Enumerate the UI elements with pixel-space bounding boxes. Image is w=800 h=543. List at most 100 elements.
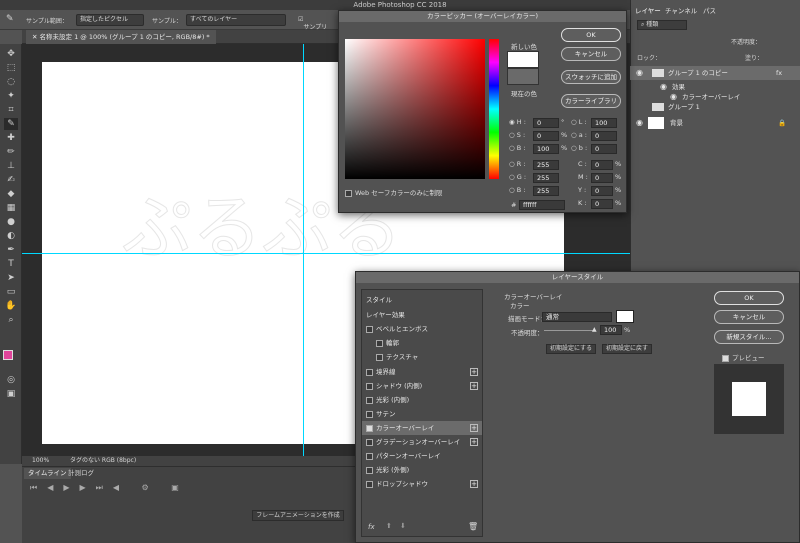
healing-tool-icon[interactable]: ✚ xyxy=(4,132,18,144)
color-field[interactable] xyxy=(345,39,485,179)
set-default-button[interactable]: 初期設定にする xyxy=(546,344,596,354)
eraser-tool-icon[interactable]: ◆ xyxy=(4,188,18,200)
brush-tool-icon[interactable]: ✏ xyxy=(4,146,18,158)
radio-bl[interactable]: ○ B : xyxy=(509,186,525,194)
list-item-blending[interactable]: レイヤー効果 xyxy=(362,308,482,322)
opacity-slider[interactable] xyxy=(544,330,596,331)
eye-icon[interactable]: ◉ xyxy=(636,66,643,80)
horizontal-guide[interactable] xyxy=(22,253,630,254)
h-field[interactable]: 0 xyxy=(533,118,559,128)
list-item-texture[interactable]: テクスチャ xyxy=(362,350,482,364)
radio-b[interactable]: ○ B : xyxy=(509,144,525,152)
ok-button[interactable]: OK xyxy=(714,291,784,305)
add-icon[interactable]: + xyxy=(470,368,478,376)
trash-icon[interactable]: 🗑 xyxy=(468,522,478,531)
reset-default-button[interactable]: 初期設定に戻す xyxy=(602,344,652,354)
sample-dropdown[interactable]: すべてのレイヤー xyxy=(186,14,286,26)
checkbox-box[interactable] xyxy=(366,396,373,404)
hex-field[interactable]: ffffff xyxy=(519,200,565,210)
y-field[interactable]: 0 xyxy=(591,186,613,196)
k-field[interactable]: 0 xyxy=(591,199,613,209)
move-up-icon[interactable]: ⬆ xyxy=(386,522,392,530)
s-field[interactable]: 0 xyxy=(533,131,559,141)
a-field[interactable]: 0 xyxy=(591,131,617,141)
checkbox-checked[interactable] xyxy=(366,424,373,432)
type-tool-icon[interactable]: T xyxy=(4,258,18,270)
move-down-icon[interactable]: ⬇ xyxy=(400,522,406,530)
checkbox-checked[interactable] xyxy=(722,354,729,362)
radio-lab-b[interactable]: ○ b : xyxy=(571,144,587,152)
tab-measurement-log[interactable]: 計測ログ xyxy=(68,468,94,479)
quick-mask-icon[interactable]: ◎ xyxy=(4,374,18,386)
lab-b-field[interactable]: 0 xyxy=(591,144,617,154)
playback-controls[interactable]: ⏮◀▶▶⏭◀ ⚙ ▣ xyxy=(30,483,189,493)
checkbox-box[interactable] xyxy=(376,353,383,361)
list-item-gradient-overlay[interactable]: グラデーションオーバーレイ + xyxy=(362,435,482,449)
gradient-tool-icon[interactable]: ▦ xyxy=(4,202,18,214)
pen-tool-icon[interactable]: ✒ xyxy=(4,244,18,256)
marquee-tool-icon[interactable]: ⬚ xyxy=(4,62,18,74)
ok-button[interactable]: OK xyxy=(561,28,621,42)
eyedropper-tool-icon[interactable]: ✎ xyxy=(4,118,18,130)
list-item-contour[interactable]: 輪郭 xyxy=(362,336,482,350)
web-only-checkbox[interactable]: Web セーフカラーのみに制限 xyxy=(345,187,442,197)
radio-s[interactable]: ○ S : xyxy=(509,131,525,139)
add-icon[interactable]: + xyxy=(470,480,478,488)
tab-channels[interactable]: チャンネル xyxy=(665,5,697,15)
opacity-field[interactable]: 100 xyxy=(600,325,622,335)
list-item-pattern-overlay[interactable]: パターンオーバーレイ xyxy=(362,449,482,463)
checkbox-box[interactable] xyxy=(366,480,373,488)
lasso-tool-icon[interactable]: ◌ xyxy=(4,76,18,88)
list-item-drop-shadow[interactable]: ドロップシャドウ + xyxy=(362,477,482,491)
checkbox-box[interactable] xyxy=(366,325,373,333)
layer-row[interactable]: ◉ 背景 🔒 xyxy=(630,116,800,130)
blur-tool-icon[interactable]: ● xyxy=(4,216,18,228)
overlay-color-swatch[interactable] xyxy=(616,310,634,323)
tab-layers[interactable]: レイヤー xyxy=(635,5,661,15)
new-style-button[interactable]: 新規スタイル... xyxy=(714,330,784,344)
checkbox-box[interactable] xyxy=(366,466,373,474)
document-tab[interactable]: ✕ 名称未設定 1 @ 100% (グループ 1 のコピー, RGB/8#) * xyxy=(26,30,216,44)
vertical-guide[interactable] xyxy=(303,44,304,456)
tab-paths[interactable]: パス xyxy=(703,5,716,15)
list-item-styles[interactable]: スタイル xyxy=(362,293,482,307)
g-field[interactable]: 255 xyxy=(533,173,559,183)
list-item-stroke[interactable]: 境界線 + xyxy=(362,365,482,379)
foreground-color-swatch[interactable] xyxy=(3,350,13,360)
blend-mode-dropdown[interactable]: 通常 xyxy=(542,312,612,322)
dodge-tool-icon[interactable]: ◐ xyxy=(4,230,18,242)
hue-slider[interactable] xyxy=(489,39,499,179)
current-color-swatch[interactable] xyxy=(507,68,539,85)
layer-filter-dropdown[interactable]: ⌕ 種類 xyxy=(637,20,687,30)
sample-size-dropdown[interactable]: 指定したピクセル xyxy=(76,14,144,26)
color-libraries-button[interactable]: カラーライブラリ xyxy=(561,94,621,108)
add-icon[interactable]: + xyxy=(470,382,478,390)
zoom-level[interactable]: 100% xyxy=(32,456,49,466)
m-field[interactable]: 0 xyxy=(591,173,613,183)
path-select-icon[interactable]: ➤ xyxy=(4,272,18,284)
radio-g[interactable]: ○ G : xyxy=(509,173,526,181)
b-field[interactable]: 100 xyxy=(533,144,559,154)
list-item-outer-glow[interactable]: 光彩 (外側) xyxy=(362,463,482,477)
list-item-satin[interactable]: サテン xyxy=(362,407,482,421)
shape-tool-icon[interactable]: ▭ xyxy=(4,286,18,298)
radio-l[interactable]: ○ L : xyxy=(571,118,587,126)
checkbox-box[interactable] xyxy=(376,339,383,347)
preview-checkbox[interactable]: プレビュー xyxy=(722,352,765,362)
magic-wand-icon[interactable]: ✦ xyxy=(4,90,18,102)
add-swatch-button[interactable]: スウォッチに追加 xyxy=(561,70,621,84)
checkbox-box[interactable] xyxy=(366,368,373,376)
fx-icon[interactable]: fx xyxy=(368,523,375,531)
blue-field[interactable]: 255 xyxy=(533,186,559,196)
zoom-tool-icon[interactable]: ⌕ xyxy=(4,314,18,326)
slider-thumb-icon[interactable]: ▲ xyxy=(592,326,597,333)
cancel-button[interactable]: キャンセル xyxy=(561,47,621,61)
sample-ring-checkbox[interactable]: ☑ サンプリ xyxy=(298,16,327,31)
layer-row[interactable]: グループ 1 xyxy=(630,100,800,114)
list-item-inner-glow[interactable]: 光彩 (内側) xyxy=(362,393,482,407)
history-brush-icon[interactable]: ✍ xyxy=(4,174,18,186)
eyedropper-icon[interactable]: ✎ xyxy=(6,14,14,24)
eye-icon[interactable]: ◉ xyxy=(636,116,643,130)
checkbox-box[interactable] xyxy=(366,438,373,446)
layer-row[interactable]: ◉ グループ 1 のコピー fx xyxy=(630,66,800,80)
